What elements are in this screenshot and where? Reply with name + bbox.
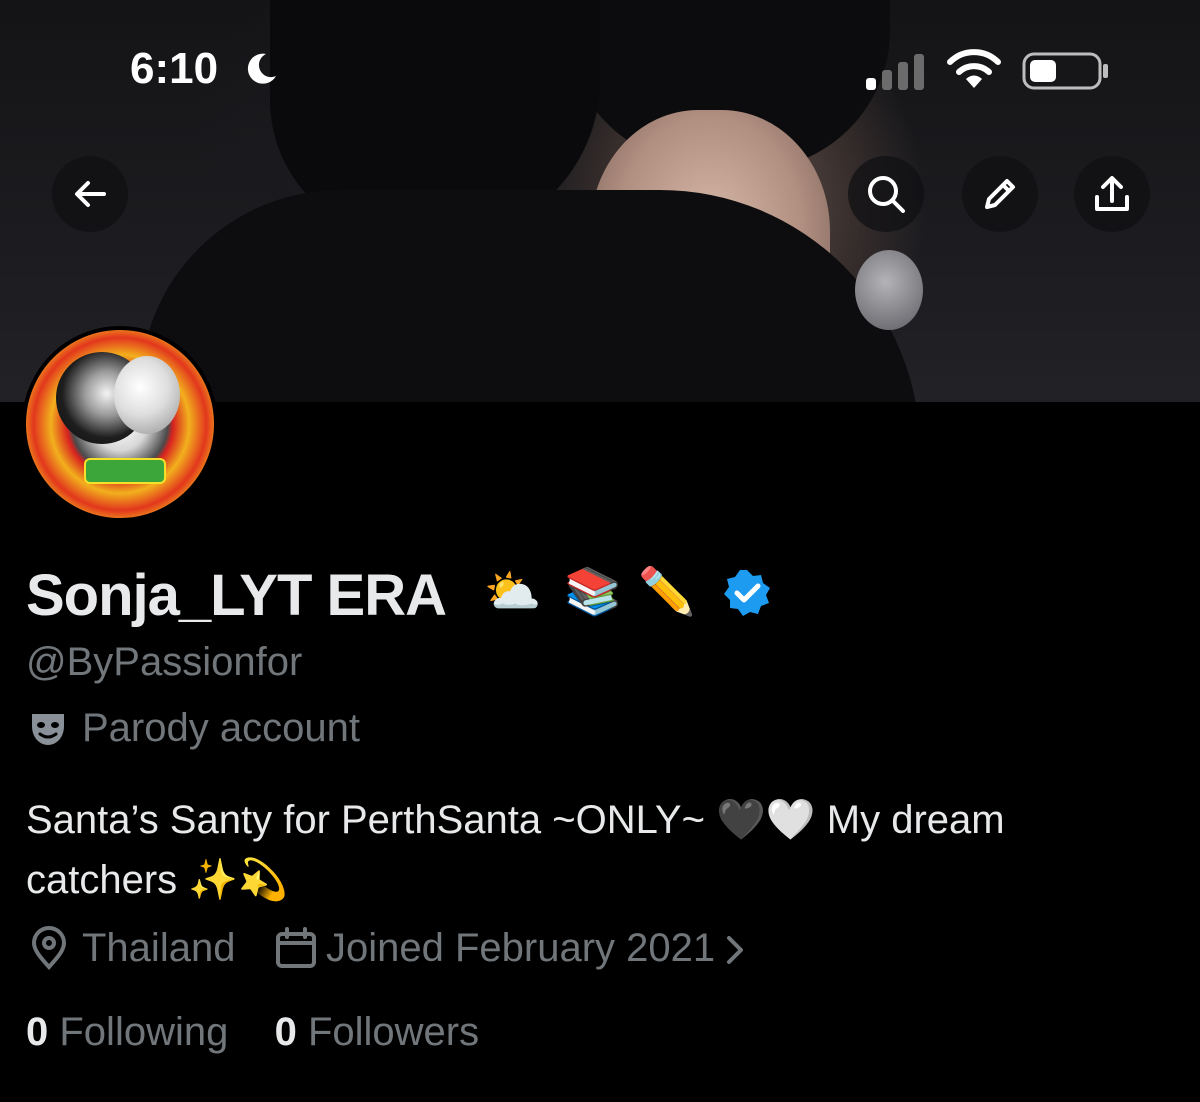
location-text: Thailand bbox=[82, 926, 236, 970]
calendar-icon bbox=[276, 927, 316, 968]
books-emoji: 📚 bbox=[564, 565, 622, 617]
avatar-image bbox=[26, 330, 214, 518]
following-label: Following bbox=[59, 1010, 229, 1054]
search-icon bbox=[868, 176, 905, 213]
arrow-left-icon bbox=[75, 181, 106, 207]
status-time: 6:10 bbox=[130, 44, 219, 93]
parody-account-label: Parody account bbox=[82, 706, 360, 750]
follow-stats: 0 Following 0 Followers bbox=[26, 1010, 479, 1055]
mask-icon bbox=[32, 714, 64, 745]
location-pin-icon bbox=[31, 926, 67, 970]
bio-line-1: Santa’s Santy for PerthSanta ~ONLY~ 🖤🤍 M… bbox=[26, 798, 1005, 842]
sun-cloud-emoji: ⛅ bbox=[484, 565, 542, 617]
back-button[interactable] bbox=[52, 156, 128, 232]
avatar-white-rose bbox=[114, 356, 180, 434]
edit-button[interactable] bbox=[962, 156, 1038, 232]
battery-icon bbox=[1022, 52, 1108, 90]
pencil-icon bbox=[985, 179, 1015, 209]
verified-badge-icon[interactable] bbox=[722, 568, 772, 618]
display-name: Sonja_LYT ERA bbox=[26, 563, 447, 628]
followers-label: Followers bbox=[307, 1010, 480, 1054]
wifi-icon bbox=[947, 49, 1001, 88]
cellular-signal-icon bbox=[866, 54, 924, 90]
moon-icon bbox=[247, 53, 276, 84]
followers-link[interactable]: 0 Followers bbox=[275, 1010, 480, 1055]
following-link[interactable]: 0 Following bbox=[26, 1010, 228, 1055]
following-count: 0 bbox=[26, 1010, 49, 1054]
user-handle: @ByPassionfor bbox=[26, 640, 303, 684]
search-button[interactable] bbox=[848, 156, 924, 232]
bio-line-2: catchers ✨💫 bbox=[26, 858, 288, 902]
share-button[interactable] bbox=[1074, 156, 1150, 232]
avatar[interactable] bbox=[22, 326, 218, 522]
chevron-right-icon[interactable] bbox=[724, 930, 748, 970]
pencil-emoji: ✏️ bbox=[638, 565, 696, 617]
joined-date[interactable]: Joined February 2021 bbox=[326, 926, 715, 971]
followers-count: 0 bbox=[274, 1010, 297, 1054]
banner-photo-microphone bbox=[855, 250, 923, 330]
share-icon bbox=[1095, 176, 1129, 211]
bio: Santa’s Santy for PerthSanta ~ONLY~ 🖤🤍 M… bbox=[26, 790, 1176, 910]
avatar-label-sticker bbox=[84, 458, 166, 484]
